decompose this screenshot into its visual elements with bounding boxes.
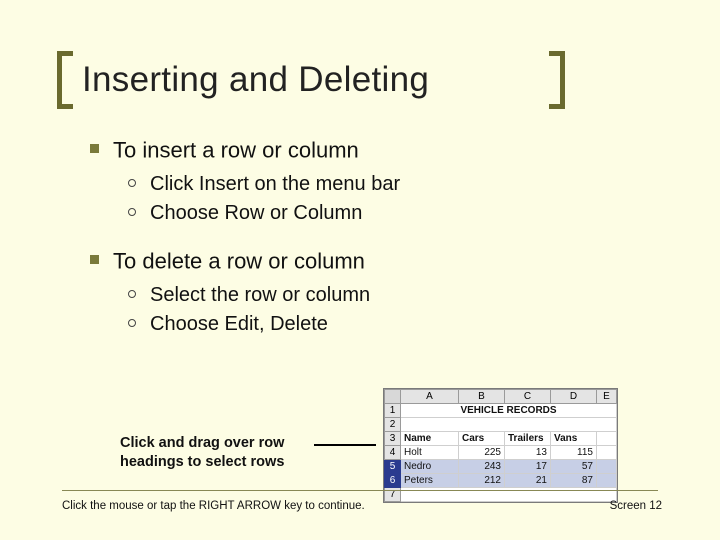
- item-text: Choose Row or Column: [150, 202, 362, 224]
- row-header: 3: [385, 432, 401, 446]
- empty-cell: [401, 418, 617, 432]
- col-letter-row: A B C D E: [385, 390, 617, 404]
- empty-cell: [597, 460, 617, 474]
- col-header: B: [459, 390, 505, 404]
- list-item: Click Insert on the menu bar: [128, 171, 650, 198]
- title-block: Inserting and Deleting: [62, 54, 437, 106]
- cell: 57: [551, 460, 597, 474]
- item-text: Select the row or column: [150, 284, 370, 306]
- section-heading: To insert a row or column: [113, 137, 359, 162]
- circle-bullet-icon: [128, 319, 136, 327]
- cell: 13: [505, 446, 551, 460]
- section-insert-items: Click Insert on the menu bar Choose Row …: [128, 171, 650, 227]
- row-header: 5: [385, 460, 401, 474]
- screenshot-caption: Click and drag over row headings to sele…: [120, 434, 312, 472]
- cell: Nedro: [401, 460, 459, 474]
- sheet-title-cell: VEHICLE RECORDS: [401, 404, 617, 418]
- circle-bullet-icon: [128, 290, 136, 298]
- header-cell: Vans: [551, 432, 597, 446]
- col-header: E: [597, 390, 617, 404]
- cell: 87: [551, 474, 597, 488]
- row-header: 2: [385, 418, 401, 432]
- list-item: Choose Edit, Delete: [128, 311, 650, 338]
- square-bullet-icon: [90, 255, 99, 264]
- cell: 212: [459, 474, 505, 488]
- cell: 115: [551, 446, 597, 460]
- section-heading: To delete a row or column: [113, 248, 365, 273]
- section-insert: To insert a row or column: [90, 134, 650, 165]
- row-header: 1: [385, 404, 401, 418]
- empty-cell: [597, 432, 617, 446]
- table-row: 2: [385, 418, 617, 432]
- footer-page: Screen 12: [610, 500, 662, 512]
- item-text: Choose Edit, Delete: [150, 313, 328, 335]
- header-cell: Trailers: [505, 432, 551, 446]
- list-item: Select the row or column: [128, 282, 650, 309]
- table-row: 4 Holt 225 13 115: [385, 446, 617, 460]
- row-header: 6: [385, 474, 401, 488]
- data-header-row: 3 Name Cars Trailers Vans: [385, 432, 617, 446]
- divider: [62, 490, 658, 491]
- cell: 21: [505, 474, 551, 488]
- content-area: To insert a row or column Click Insert o…: [90, 134, 650, 356]
- select-all-corner: [385, 390, 401, 404]
- empty-cell: [597, 474, 617, 488]
- spreadsheet-example: A B C D E 1 VEHICLE RECORDS 2 3 Name Car…: [383, 388, 618, 503]
- cell: 243: [459, 460, 505, 474]
- footer-hint: Click the mouse or tap the RIGHT ARROW k…: [62, 500, 365, 512]
- col-header: D: [551, 390, 597, 404]
- col-header: C: [505, 390, 551, 404]
- section-delete-items: Select the row or column Choose Edit, De…: [128, 282, 650, 338]
- slide: Inserting and Deleting To insert a row o…: [0, 0, 720, 540]
- cell: 225: [459, 446, 505, 460]
- cell: Holt: [401, 446, 459, 460]
- circle-bullet-icon: [128, 179, 136, 187]
- table-row-selected: 6 Peters 212 21 87: [385, 474, 617, 488]
- cell: 17: [505, 460, 551, 474]
- arrow-line-icon: [314, 444, 376, 446]
- circle-bullet-icon: [128, 208, 136, 216]
- cell: Peters: [401, 474, 459, 488]
- list-item: Choose Row or Column: [128, 200, 650, 227]
- table-row-selected: 5 Nedro 243 17 57: [385, 460, 617, 474]
- page-title: Inserting and Deleting: [62, 54, 437, 106]
- col-header: A: [401, 390, 459, 404]
- header-cell: Cars: [459, 432, 505, 446]
- square-bullet-icon: [90, 144, 99, 153]
- empty-cell: [597, 446, 617, 460]
- sheet-title-row: 1 VEHICLE RECORDS: [385, 404, 617, 418]
- item-text: Click Insert on the menu bar: [150, 173, 400, 195]
- header-cell: Name: [401, 432, 459, 446]
- section-delete: To delete a row or column: [90, 245, 650, 276]
- row-header: 4: [385, 446, 401, 460]
